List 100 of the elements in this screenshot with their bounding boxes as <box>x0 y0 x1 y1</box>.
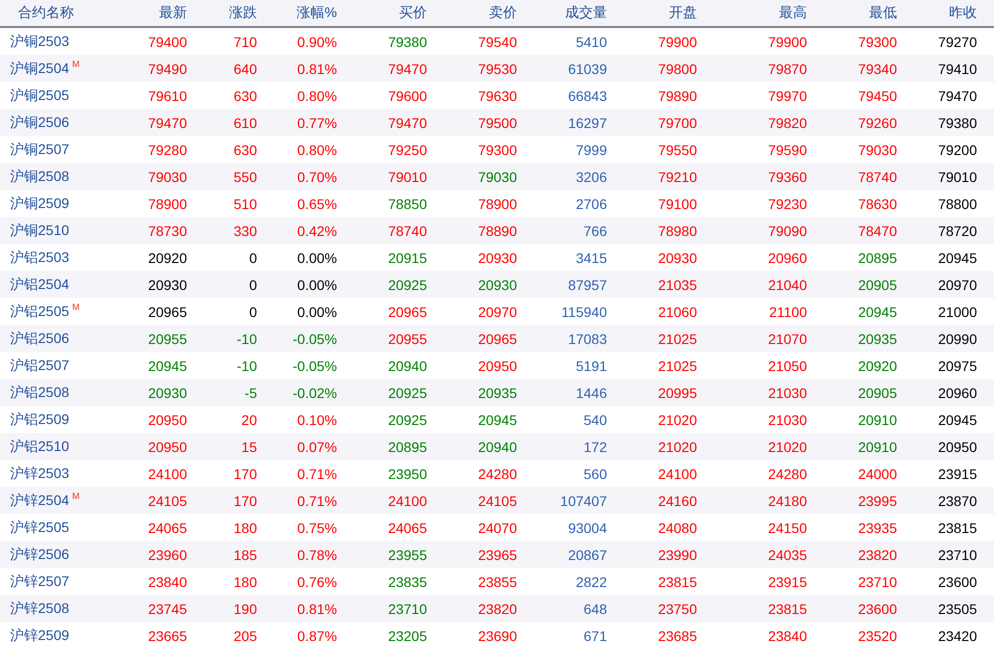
table-cell-text: 0.80% <box>297 142 338 158</box>
table-cell-text: 79260 <box>858 114 898 130</box>
table-cell-text: 24105 <box>478 492 518 508</box>
table-cell-text: 78730 <box>148 222 188 238</box>
column-header[interactable]: 最新 <box>159 4 195 22</box>
table-cell-text: 20867 <box>568 546 608 562</box>
table-cell-text: 20945 <box>938 412 978 428</box>
main-contract-label: M <box>72 490 80 500</box>
table-cell-text: 79380 <box>938 114 978 130</box>
table-cell-text: 79300 <box>858 34 898 50</box>
table-cell-text: 0 <box>249 304 258 320</box>
table-cell-text: 640 <box>234 60 258 76</box>
column-header[interactable]: 涨跌 <box>229 4 265 22</box>
table-cell-text: -5 <box>244 384 258 400</box>
table-cell-text: 79900 <box>768 34 808 50</box>
column-header[interactable]: 成交量 <box>565 4 615 22</box>
table-cell-text: 61039 <box>568 60 608 76</box>
table-cell-text: 20925 <box>388 412 428 428</box>
table-cell-text: 20910 <box>858 438 898 454</box>
column-header[interactable]: 买价 <box>399 4 435 22</box>
table-cell-text: 79530 <box>478 60 518 76</box>
table-cell-text: 20950 <box>478 358 518 374</box>
contract-name: 沪铝2508 <box>10 384 70 402</box>
table-cell-text: 550 <box>234 168 258 184</box>
table-cell-text: 170 <box>234 492 258 508</box>
table-cell-text: 0.75% <box>297 520 338 536</box>
table-cell-text: 78740 <box>388 222 428 238</box>
table-cell-text: 24080 <box>658 520 698 536</box>
table-cell-text: 23915 <box>768 574 808 590</box>
table-cell-text: 79210 <box>658 168 698 184</box>
table-cell-text: 24100 <box>388 492 428 508</box>
table-cell-text: 79450 <box>858 88 898 104</box>
table-cell-text: 710 <box>234 34 258 50</box>
table-cell-text: 79820 <box>768 114 808 130</box>
table-cell-text: 0.87% <box>297 628 338 644</box>
table-cell-text: 20945 <box>478 412 518 428</box>
column-header[interactable]: 开盘 <box>669 4 705 22</box>
column-header[interactable]: 卖价 <box>489 4 525 22</box>
table-cell-text: 79340 <box>858 60 898 76</box>
contract-name: 沪锌2506 <box>10 546 70 564</box>
table-cell-text: 21025 <box>658 358 698 374</box>
column-header[interactable]: 最高 <box>779 4 815 22</box>
table-cell-text: 0.42% <box>297 222 338 238</box>
column-header[interactable]: 涨幅% <box>296 4 345 22</box>
column-header[interactable]: 最低 <box>869 4 905 22</box>
table-cell-text: 170 <box>234 466 258 482</box>
table-cell-text: 79890 <box>658 88 698 104</box>
table-cell-text: 172 <box>584 438 608 454</box>
table-cell-text: 79970 <box>768 88 808 104</box>
table-cell-text: 23205 <box>388 628 428 644</box>
table-cell-text: 630 <box>234 142 258 158</box>
table-cell-text: 20955 <box>148 330 188 346</box>
contract-name: 沪铜2506 <box>10 114 70 132</box>
table-cell-text: 79630 <box>478 88 518 104</box>
table-cell-text: 20920 <box>148 250 188 266</box>
table-cell-text: -0.05% <box>292 358 338 374</box>
table-cell-text: 79230 <box>768 196 808 212</box>
contract-name: 沪铜2510 <box>10 222 70 240</box>
table-cell-text: 79380 <box>388 34 428 50</box>
table-cell-text: 3415 <box>576 250 608 266</box>
table-cell-text: 0.81% <box>297 600 338 616</box>
column-header[interactable]: 昨收 <box>949 4 985 22</box>
contract-name: 沪锌2503 <box>10 464 70 482</box>
table-cell-text: 115940 <box>561 304 608 320</box>
table-cell-text: 24160 <box>658 492 698 508</box>
column-header[interactable]: 合约名称 <box>0 4 74 22</box>
table-cell-text: 23710 <box>858 574 898 590</box>
table-cell-text: 180 <box>234 520 258 536</box>
table-cell-text: 24100 <box>148 466 188 482</box>
table-cell-text: 2822 <box>576 574 608 590</box>
table-cell-text: 20930 <box>148 384 188 400</box>
table-cell-text: 79280 <box>148 142 188 158</box>
table-cell-text: 21025 <box>658 330 698 346</box>
table-cell-text: 0.70% <box>297 168 338 184</box>
table-cell-text: 21060 <box>658 304 698 320</box>
table-cell-text: 20895 <box>858 250 898 266</box>
contract-name: 沪铝2510 <box>10 438 70 456</box>
table-cell-text: 78800 <box>938 196 978 212</box>
table-cell-text: 20925 <box>388 384 428 400</box>
table-cell-text: 23835 <box>388 574 428 590</box>
table-cell-text: 610 <box>234 114 258 130</box>
table-cell-text: 23855 <box>478 574 518 590</box>
table-cell-text: 20940 <box>388 358 428 374</box>
table-cell-text: 185 <box>234 546 258 562</box>
table-cell-text: 79250 <box>388 142 428 158</box>
table-cell-text: 23420 <box>938 628 978 644</box>
table-cell-text: 79550 <box>658 142 698 158</box>
table-cell-text: 79900 <box>658 34 698 50</box>
table-cell-text: 79360 <box>768 168 808 184</box>
table-cell-text: 23690 <box>478 628 518 644</box>
table-cell-text: 23995 <box>858 492 898 508</box>
table-cell-text: 20 <box>241 412 258 428</box>
table-cell-text: 23750 <box>658 600 698 616</box>
table-cell-text: 79600 <box>388 88 428 104</box>
table-cell-text: 79470 <box>938 88 978 104</box>
table-cell-text: 79470 <box>388 60 428 76</box>
table-cell-text: 21020 <box>658 412 698 428</box>
main-contract-label: M <box>72 58 80 68</box>
table-cell-text: 78980 <box>658 222 698 238</box>
table-cell-text: 23950 <box>388 466 428 482</box>
